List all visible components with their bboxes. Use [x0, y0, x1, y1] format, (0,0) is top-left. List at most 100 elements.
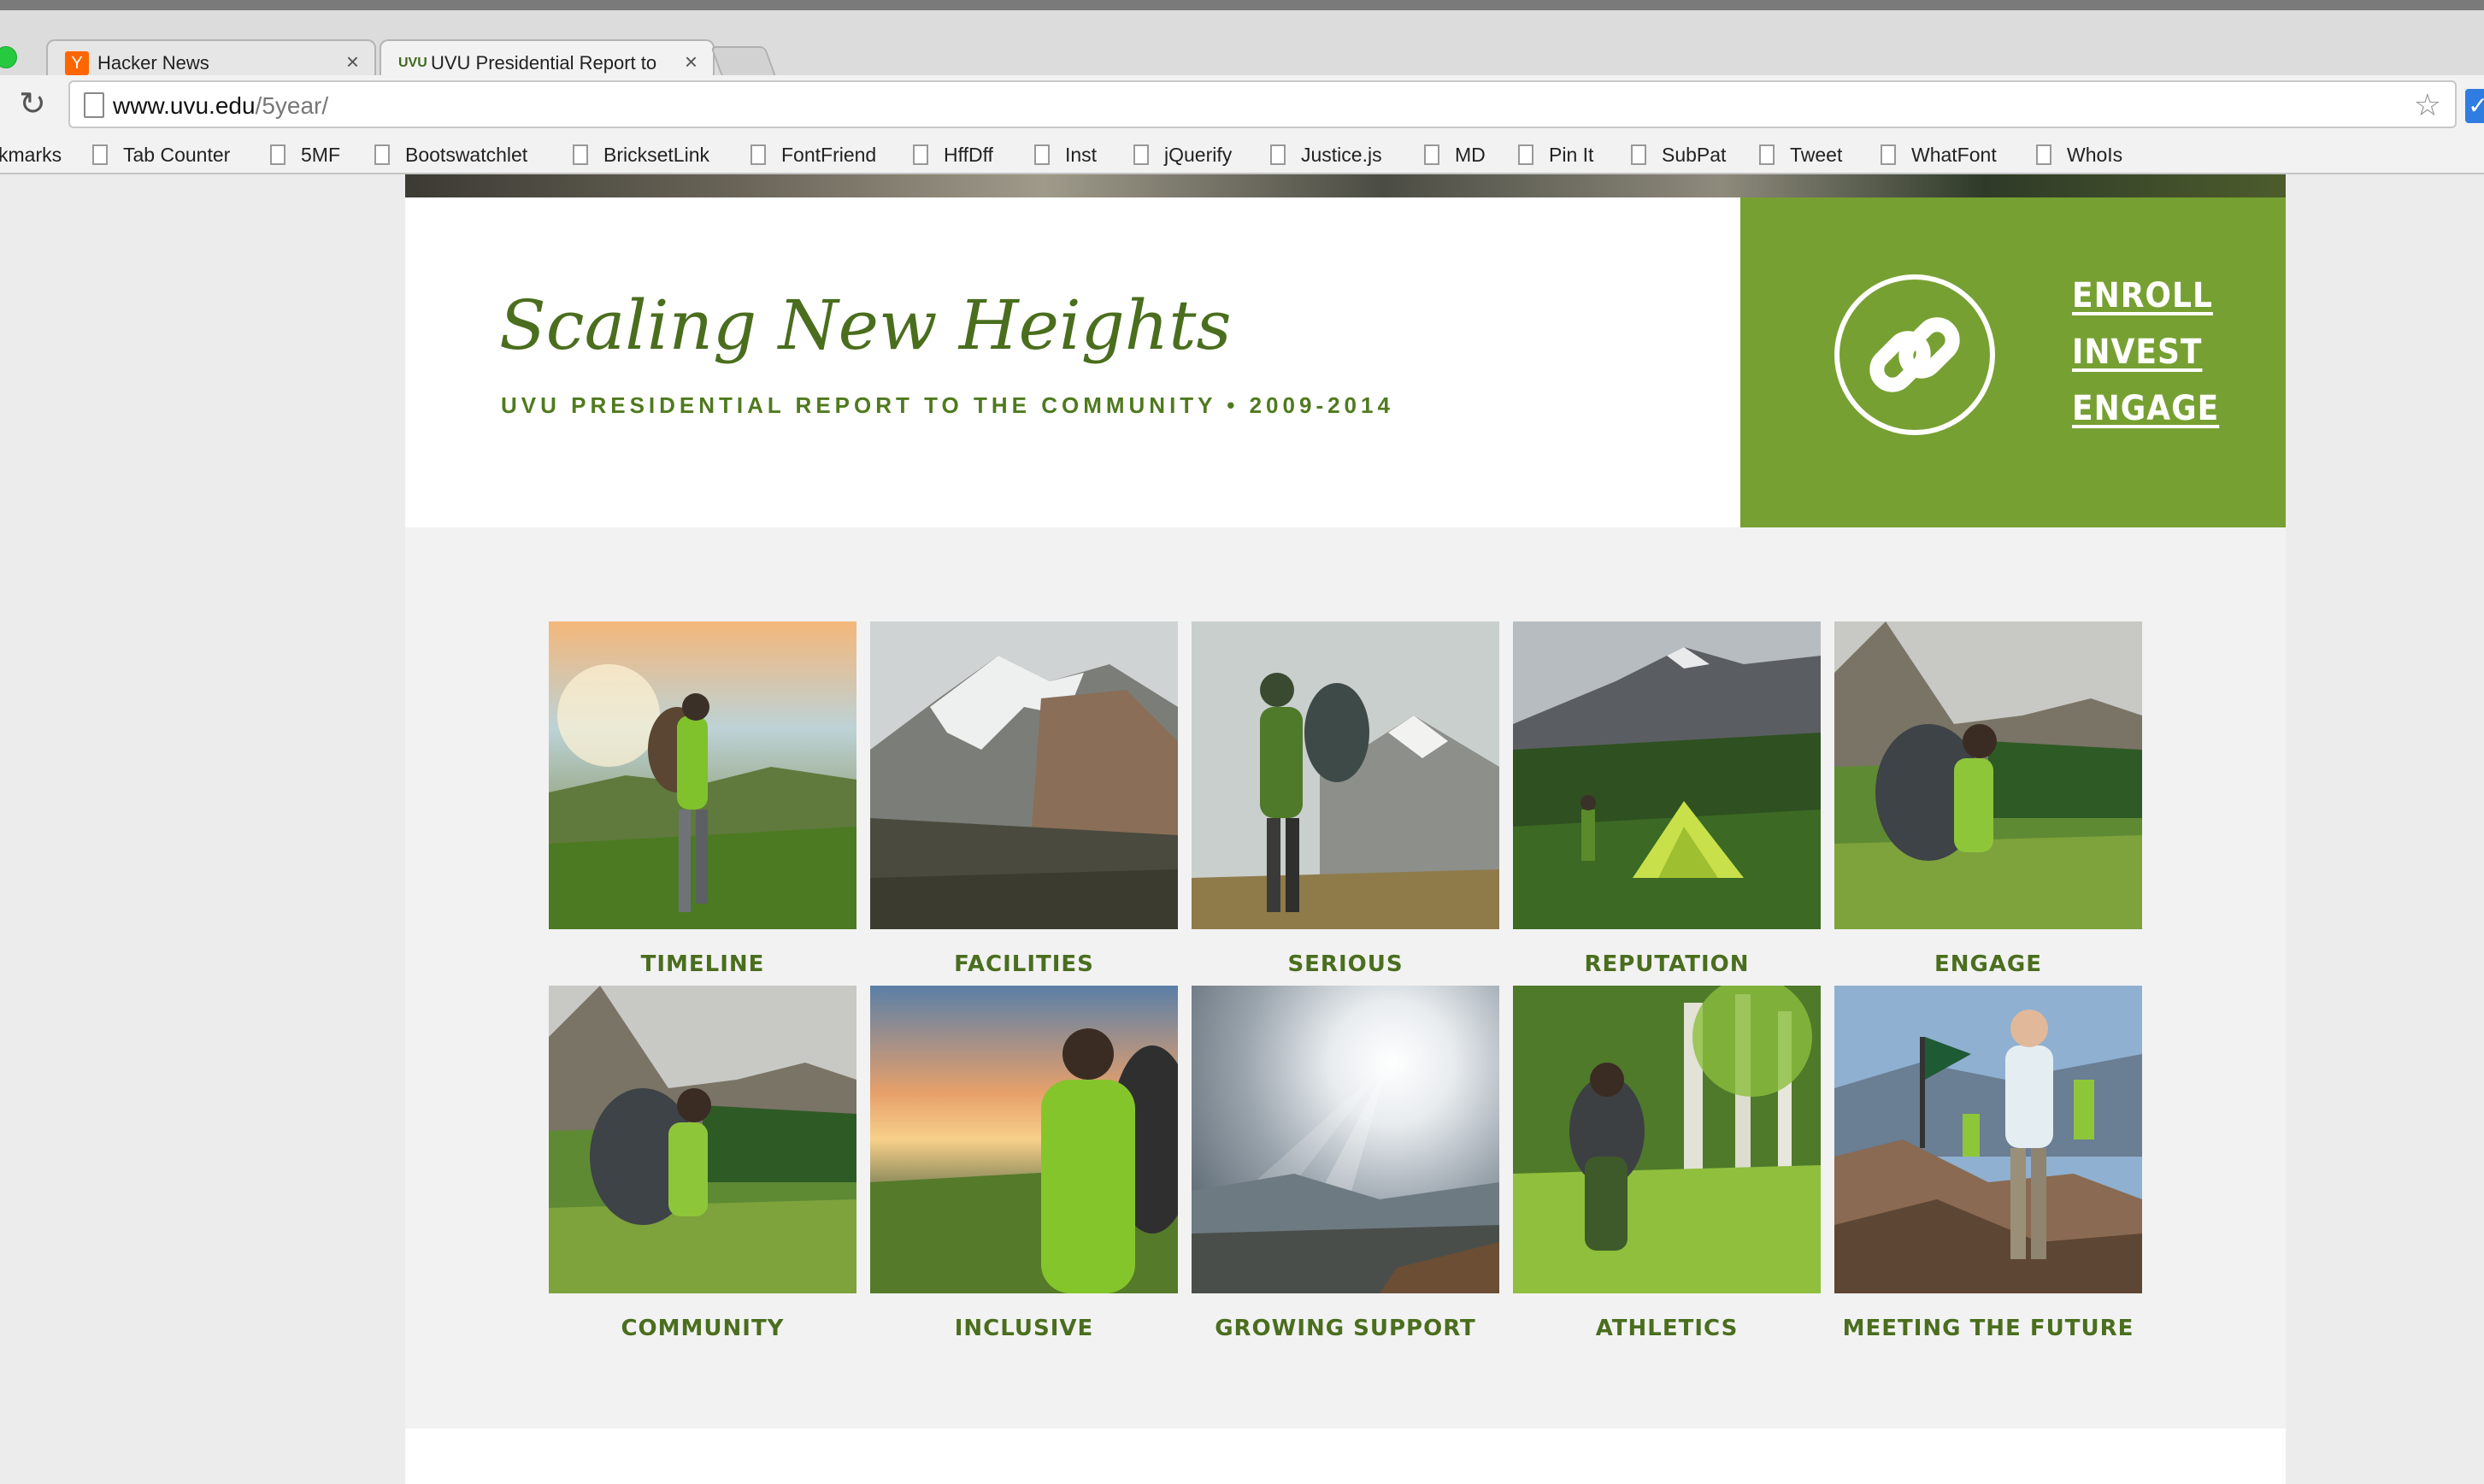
- page-icon: [750, 144, 766, 165]
- page-icon: [92, 144, 108, 165]
- section-card-timeline[interactable]: TIMELINE: [549, 621, 856, 986]
- cta-panel: ENROLL INVEST ENGAGE: [1740, 197, 2286, 527]
- bookmark-item[interactable]: Tweet: [1759, 140, 1842, 169]
- bookmark-label: WhatFont: [1911, 144, 1997, 166]
- snowy-peak-photo: [870, 621, 1178, 929]
- page-subtitle: UVU PRESIDENTIAL REPORT TO THE COMMUNITY…: [501, 392, 1394, 418]
- section-label: GROWING SUPPORT: [1215, 1316, 1476, 1341]
- close-tab-icon[interactable]: ×: [346, 50, 359, 74]
- bookmark-label: Pin It: [1549, 144, 1594, 166]
- bookmark-label: Inst: [1065, 144, 1098, 166]
- bookmark-item[interactable]: MD: [1424, 140, 1486, 169]
- link-icon: [1834, 274, 1995, 435]
- page-icon: [1518, 144, 1533, 165]
- invest-link[interactable]: INVEST: [2072, 324, 2219, 380]
- bookmark-item[interactable]: WhatFont: [1881, 140, 1997, 169]
- enroll-link[interactable]: ENROLL: [2072, 268, 2219, 324]
- section-card-meeting-the-future[interactable]: MEETING THE FUTURE: [1834, 986, 2142, 1350]
- cta-links: ENROLL INVEST ENGAGE: [2072, 268, 2219, 437]
- section-card-community[interactable]: COMMUNITY: [549, 986, 856, 1350]
- reload-icon[interactable]: ↻: [19, 85, 46, 123]
- bookmark-star-icon[interactable]: ☆: [2414, 89, 2441, 121]
- hiker-sunrise-photo: [549, 621, 856, 929]
- section-label: FACILITIES: [954, 951, 1094, 977]
- section-label: SERIOUS: [1287, 951, 1404, 977]
- uvu-favicon-icon: UVU: [398, 56, 427, 70]
- sunrays-valley-photo: [1192, 986, 1499, 1293]
- window-zoom-button[interactable]: [0, 46, 17, 68]
- section-card-facilities[interactable]: FACILITIES: [870, 621, 1178, 986]
- group-summit-photo: [1834, 986, 2142, 1293]
- tab-title: UVU Presidential Report to: [431, 52, 657, 74]
- bookmark-item[interactable]: Pin It: [1518, 140, 1593, 169]
- page-icon: [1631, 144, 1646, 165]
- bookmark-label: MD: [1455, 144, 1486, 166]
- bookmark-item[interactable]: Bootswatchlet: [374, 140, 527, 169]
- bookmark-item[interactable]: SubPat: [1631, 140, 1726, 169]
- section-card-reputation[interactable]: REPUTATION: [1513, 621, 1821, 986]
- url-path: /5year/: [255, 92, 329, 119]
- bookmark-item[interactable]: Justice.js: [1270, 140, 1382, 169]
- page-icon: [1759, 144, 1775, 165]
- hiker-mountain-photo: [1192, 621, 1499, 929]
- url-host: www.uvu.edu: [113, 92, 256, 119]
- bookmark-label: kmarks: [0, 144, 62, 166]
- bookmark-label: jQuerify: [1164, 144, 1233, 166]
- page-icon: [573, 144, 588, 165]
- bookmark-item[interactable]: kmarks: [0, 140, 62, 169]
- bookmark-label: Bootswatchlet: [405, 144, 528, 166]
- address-bar[interactable]: www.uvu.edu/5year/ ☆: [68, 80, 2457, 128]
- os-menubar: [0, 0, 2484, 10]
- section-label: ATHLETICS: [1595, 1316, 1739, 1341]
- page-icon: [84, 92, 104, 118]
- section-card-growing-support[interactable]: GROWING SUPPORT: [1192, 986, 1499, 1350]
- section-card-athletics[interactable]: ATHLETICS: [1513, 986, 1821, 1350]
- page-icon: [374, 144, 390, 165]
- section-card-serious[interactable]: SERIOUS: [1192, 621, 1499, 986]
- page-icon: [1133, 144, 1149, 165]
- bookmark-label: SubPat: [1662, 144, 1727, 166]
- bookmark-item[interactable]: Tab Counter: [92, 140, 230, 169]
- bookmark-item[interactable]: HffDff: [913, 140, 993, 169]
- page-footer: [405, 1428, 2286, 1484]
- bookmark-item[interactable]: BricksetLink: [573, 140, 709, 169]
- browser-toolbar: ↻ www.uvu.edu/5year/ ☆ ✓: [0, 75, 2484, 135]
- bookmark-item[interactable]: WhoIs: [2036, 140, 2122, 169]
- bookmarks-bar: kmarks Tab Counter 5MF Bootswatchlet Bri…: [0, 135, 2484, 174]
- page-icon: [1424, 144, 1439, 165]
- page-icon: [2036, 144, 2051, 165]
- engage-link[interactable]: ENGAGE: [2072, 380, 2219, 437]
- bookmark-item[interactable]: Inst: [1034, 140, 1097, 169]
- bookmark-label: FontFriend: [781, 144, 877, 166]
- page-viewport: Scaling New Heights UVU PRESIDENTIAL REP…: [0, 174, 2484, 1484]
- hero-section: Scaling New Heights UVU PRESIDENTIAL REP…: [405, 197, 2286, 527]
- bookmark-label: BricksetLink: [603, 144, 709, 166]
- section-card-inclusive[interactable]: INCLUSIVE: [870, 986, 1178, 1350]
- report-page: Scaling New Heights UVU PRESIDENTIAL REP…: [405, 174, 2286, 1484]
- tab-title: Hacker News: [97, 52, 209, 74]
- new-tab-button[interactable]: [710, 46, 777, 79]
- bookmark-label: Justice.js: [1301, 144, 1382, 166]
- section-label: MEETING THE FUTURE: [1842, 1316, 2134, 1341]
- section-label: COMMUNITY: [621, 1316, 785, 1341]
- hiker-sunset-photo: [870, 986, 1178, 1293]
- bookmark-item[interactable]: jQuerify: [1133, 140, 1232, 169]
- section-label: ENGAGE: [1934, 951, 2043, 977]
- bookmark-item[interactable]: FontFriend: [750, 140, 876, 169]
- section-label: INCLUSIVE: [954, 1316, 1094, 1341]
- url-text[interactable]: www.uvu.edu/5year/: [113, 93, 328, 119]
- tent-valley-photo: [1513, 621, 1821, 929]
- bookmark-label: 5MF: [301, 144, 340, 166]
- hacker-news-favicon-icon: Y: [65, 51, 89, 75]
- page-icon: [270, 144, 285, 165]
- tab-strip: Y Hacker News × UVU UVU Presidential Rep…: [0, 10, 2484, 85]
- hiker-meadow-photo: [549, 986, 856, 1293]
- page-icon: [913, 144, 928, 165]
- bookmark-label: HffDff: [944, 144, 993, 166]
- close-tab-icon[interactable]: ×: [685, 50, 698, 74]
- section-card-engage[interactable]: ENGAGE: [1834, 621, 2142, 986]
- extension-check-icon[interactable]: ✓: [2465, 89, 2484, 123]
- section-label: REPUTATION: [1584, 951, 1750, 977]
- bookmark-item[interactable]: 5MF: [270, 140, 340, 169]
- mountain-banner-image: [405, 174, 2286, 197]
